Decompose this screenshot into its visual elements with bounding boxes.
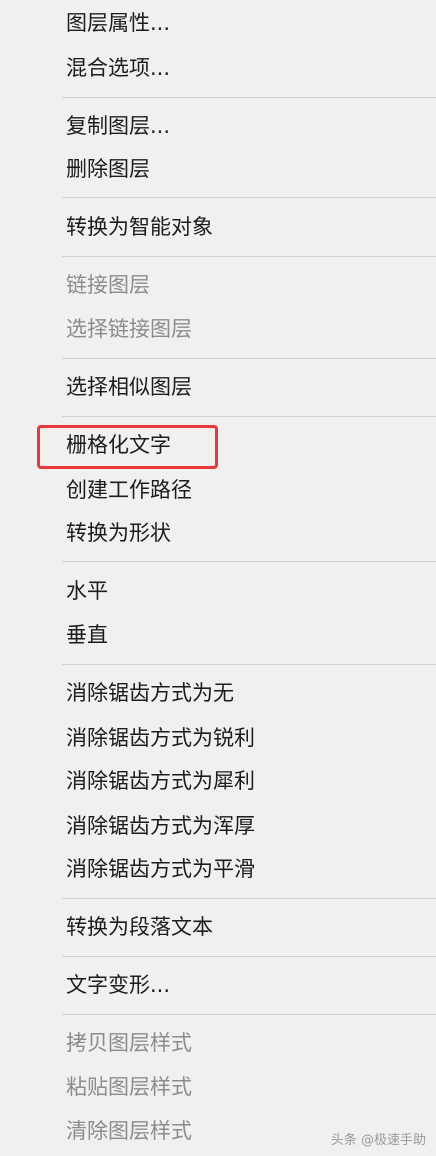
- menu-separator: [62, 416, 436, 417]
- menu-separator: [62, 956, 436, 957]
- menu-item-convert-to-shape[interactable]: 转换为形状: [66, 513, 171, 553]
- menu-separator: [62, 97, 436, 98]
- highlight-annotation-box: [37, 425, 218, 469]
- menu-item-copy-layer-style: 拷贝图层样式: [66, 1031, 192, 1055]
- watermark: 头条 @极速手助: [330, 1133, 426, 1148]
- menu-separator: [62, 664, 436, 665]
- menu-item-select-similar-layers[interactable]: 选择相似图层: [66, 367, 192, 407]
- menu-separator: [62, 197, 436, 198]
- menu-item-anti-alias-smooth[interactable]: 消除锯齿方式为平滑: [66, 849, 255, 889]
- menu-item-clear-layer-style: 清除图层样式: [66, 1119, 192, 1143]
- menu-item-select-linked-layers: 选择链接图层: [66, 317, 192, 341]
- menu-item-anti-alias-none[interactable]: 消除锯齿方式为无: [66, 673, 234, 713]
- menu-item-duplicate-layer[interactable]: 复制图层...: [66, 106, 170, 146]
- menu-item-paste-layer-style: 粘贴图层样式: [66, 1075, 192, 1099]
- menu-item-create-work-path[interactable]: 创建工作路径: [66, 470, 192, 510]
- menu-separator: [62, 256, 436, 257]
- menu-separator: [62, 358, 436, 359]
- menu-item-anti-alias-strong[interactable]: 消除锯齿方式为浑厚: [66, 806, 255, 846]
- menu-item-blending-options[interactable]: 混合选项...: [66, 48, 170, 88]
- menu-separator: [62, 561, 436, 562]
- menu-item-warp-text[interactable]: 文字变形...: [66, 965, 170, 1005]
- menu-separator: [62, 1014, 436, 1015]
- menu-item-anti-alias-sharp[interactable]: 消除锯齿方式为锐利: [66, 718, 255, 758]
- menu-item-layer-properties[interactable]: 图层属性...: [66, 3, 170, 43]
- menu-separator: [62, 898, 436, 899]
- menu-item-convert-to-smart-object[interactable]: 转换为智能对象: [66, 207, 213, 247]
- menu-item-vertical[interactable]: 垂直: [66, 615, 108, 655]
- menu-item-convert-to-paragraph-text[interactable]: 转换为段落文本: [66, 907, 213, 947]
- menu-item-delete-layer[interactable]: 删除图层: [66, 149, 150, 189]
- menu-item-anti-alias-crisp[interactable]: 消除锯齿方式为犀利: [66, 761, 255, 801]
- menu-item-link-layers: 链接图层: [66, 273, 150, 297]
- menu-item-horizontal[interactable]: 水平: [66, 571, 108, 611]
- context-menu: 图层属性... 混合选项... 复制图层... 删除图层 转换为智能对象 链接图…: [0, 0, 436, 1156]
